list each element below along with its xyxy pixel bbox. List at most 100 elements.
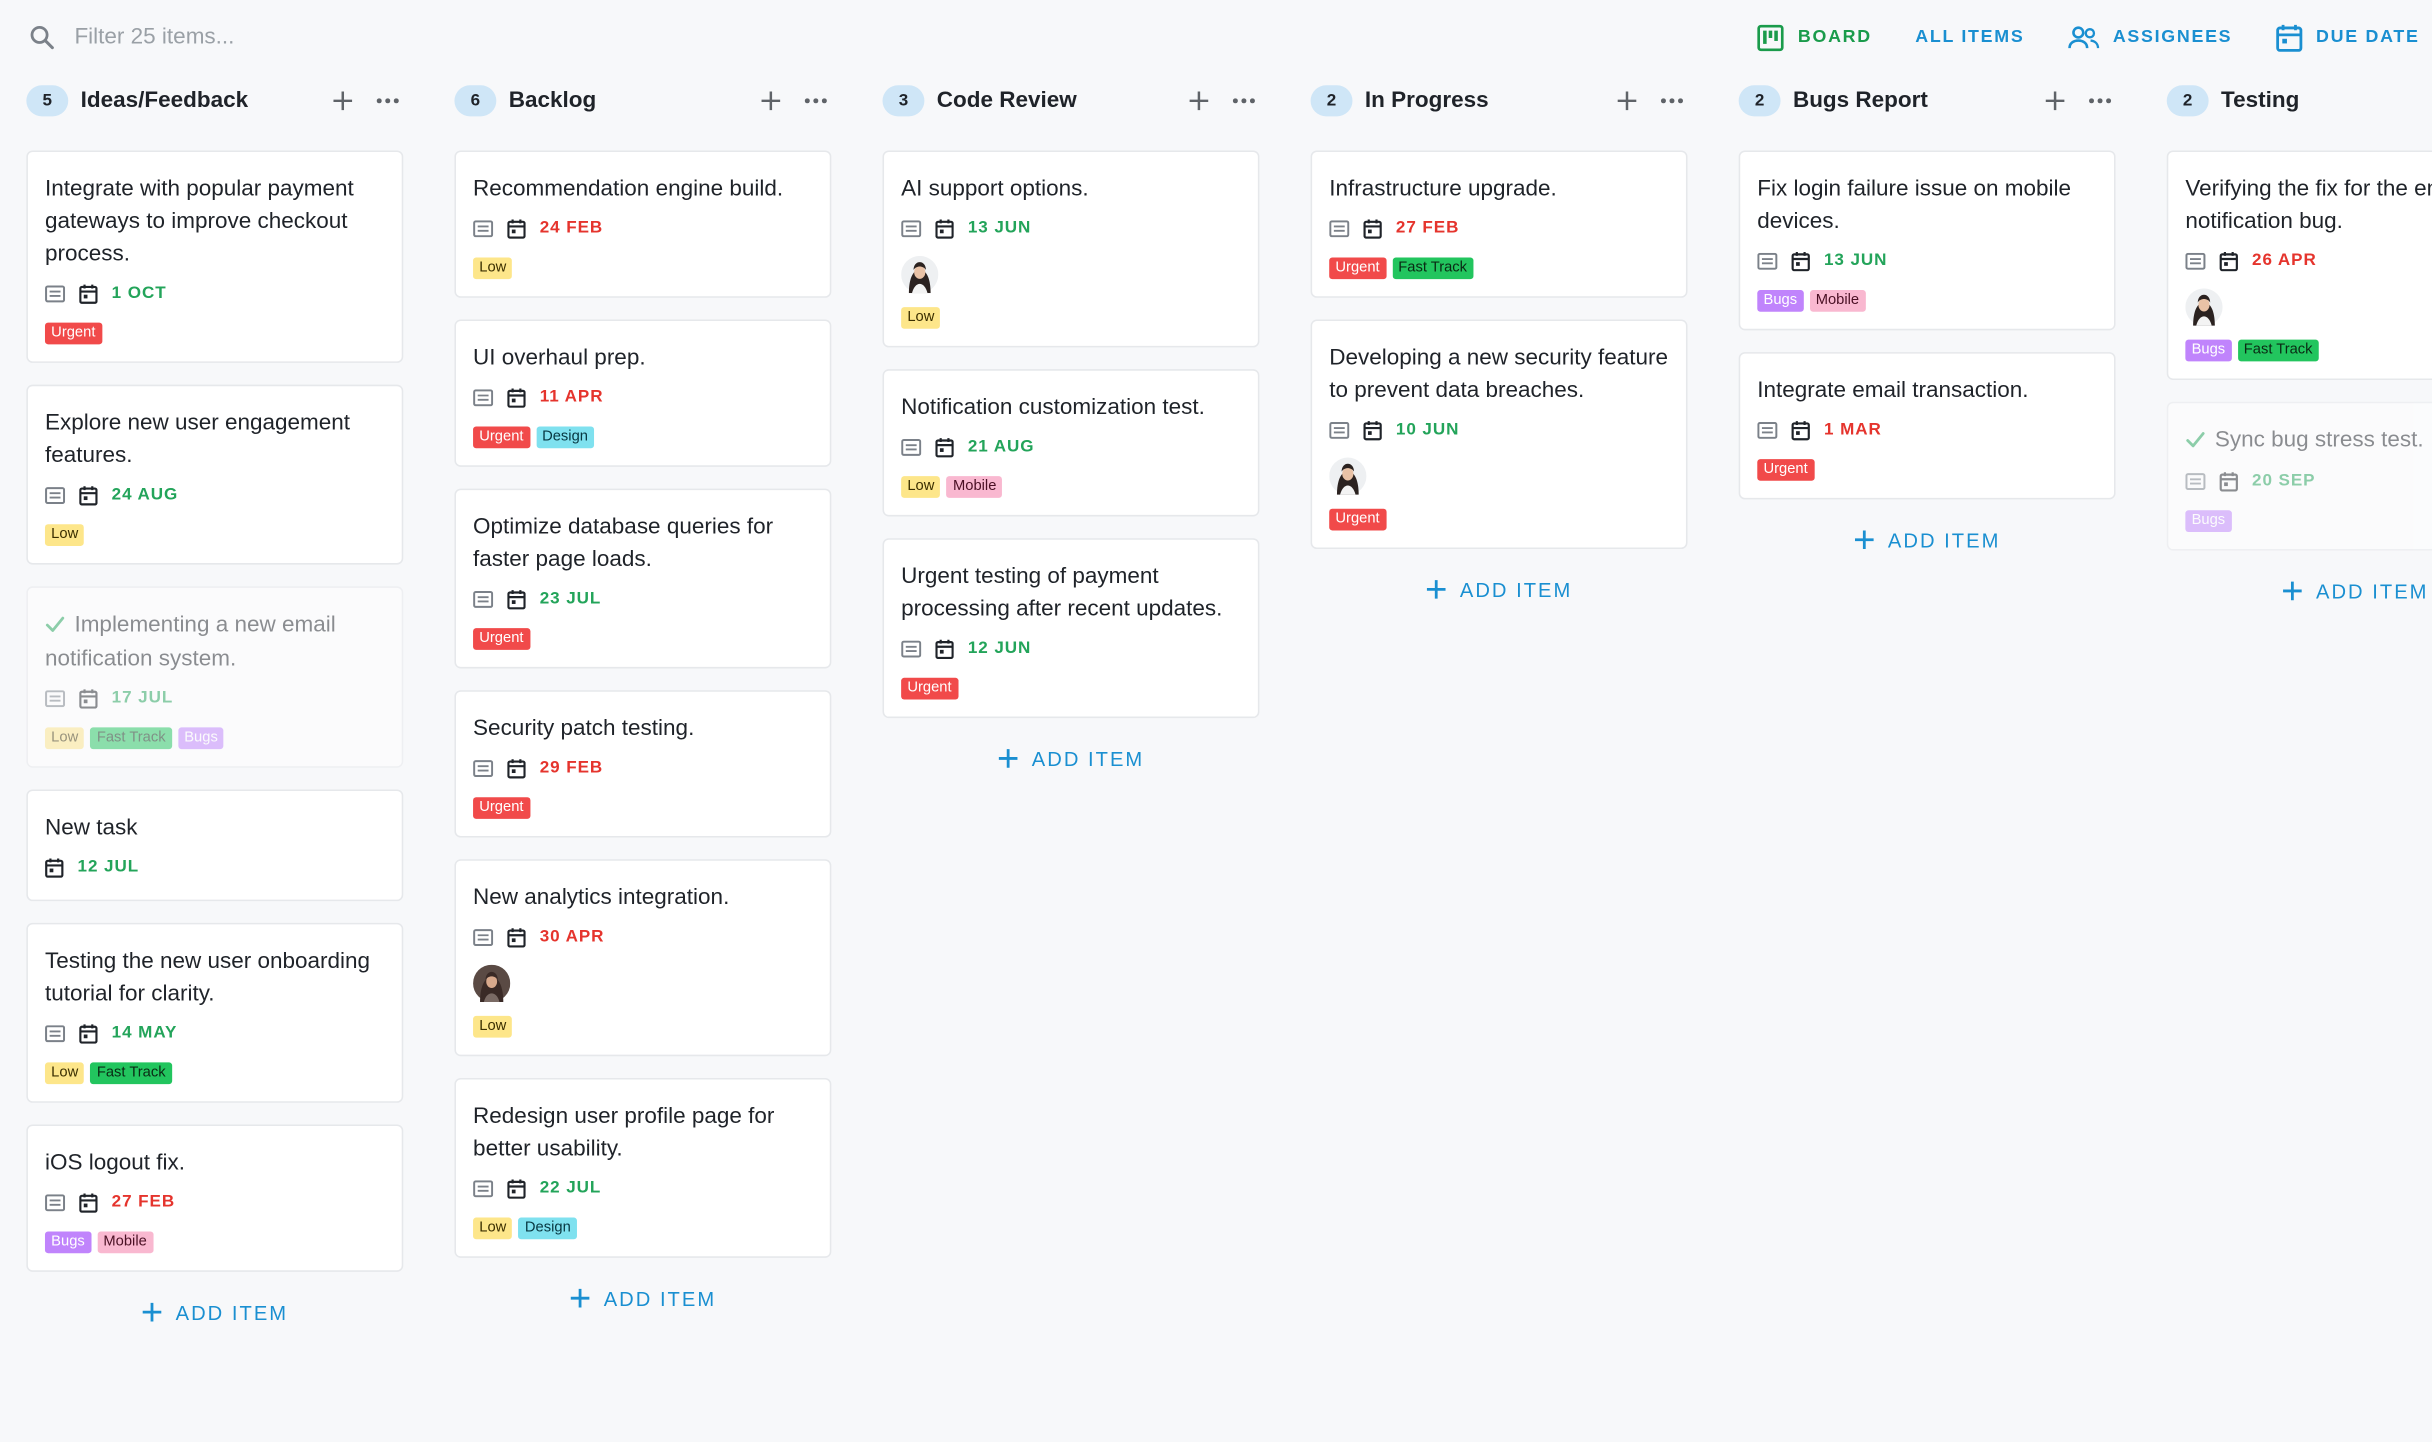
tag-list: Bugs xyxy=(2185,510,2432,532)
task-title-row: Developing a new security feature to pre… xyxy=(1329,343,1669,408)
task-card[interactable]: New task 12 JUL xyxy=(26,789,404,902)
tag-low: Low xyxy=(473,1217,513,1240)
task-card[interactable]: Redesign user profile page for better us… xyxy=(454,1077,832,1258)
add-card-icon[interactable] xyxy=(1188,90,1210,112)
more-options-icon[interactable] xyxy=(2088,96,2113,105)
task-title-row: Integrate with popular payment gateways … xyxy=(45,174,385,272)
task-title: iOS logout fix. xyxy=(44,1150,185,1176)
add-item-button[interactable]: ADD ITEM xyxy=(26,1294,403,1331)
task-card[interactable]: AI support options. 13 JUN Low xyxy=(882,150,1260,348)
calendar-icon xyxy=(1363,218,1382,238)
add-card-icon[interactable] xyxy=(332,90,354,112)
kanban-app: BOARD ALL ITEMS ASSIGNEES DUE DATE 5 Ide xyxy=(0,0,2432,1442)
tag-low: Low xyxy=(473,1015,513,1038)
assignee-avatar[interactable] xyxy=(473,964,511,1002)
column-title: Ideas/Feedback xyxy=(80,88,249,114)
task-title-row: New task xyxy=(45,813,385,846)
item-count-badge: 2 xyxy=(1738,85,1781,117)
plus-icon xyxy=(998,748,1020,770)
view-assignees-button[interactable]: ASSIGNEES xyxy=(2068,24,2232,50)
add-item-button[interactable]: ADD ITEM xyxy=(454,1280,831,1317)
column-code-review: 3 Code Review AI support options. 13 JUN… xyxy=(882,78,1260,1331)
task-card[interactable]: Verifying the fix for the email notifica… xyxy=(2166,150,2432,380)
tag-list: Low xyxy=(473,257,813,280)
task-title: New analytics integration. xyxy=(473,885,730,911)
more-options-icon[interactable] xyxy=(1660,96,1685,105)
task-card[interactable]: Implementing a new email notification sy… xyxy=(26,586,404,768)
assignee-avatar[interactable] xyxy=(901,255,939,294)
tag-urgent: Urgent xyxy=(44,322,102,345)
column-header: 5 Ideas/Feedback xyxy=(26,78,403,125)
task-card[interactable]: Security patch testing. 29 FEB Urgent xyxy=(454,690,832,838)
tag-low: Low xyxy=(901,476,941,498)
task-card[interactable]: Developing a new security feature to pre… xyxy=(1310,319,1688,550)
assignee-avatar[interactable] xyxy=(1329,457,1367,495)
task-title-row: AI support options. xyxy=(901,174,1241,207)
tag-fasttrack: Fast Track xyxy=(90,1062,172,1085)
tag-urgent: Urgent xyxy=(1329,508,1386,531)
view-all-items-label: ALL ITEMS xyxy=(1915,27,2025,47)
task-meta: 24 AUG xyxy=(45,479,385,510)
add-card-icon[interactable] xyxy=(2044,90,2066,112)
add-card-icon[interactable] xyxy=(760,90,782,112)
task-card[interactable]: Integrate email transaction. 1 MAR Urgen… xyxy=(1738,352,2116,500)
task-card[interactable]: New analytics integration. 30 APR Low xyxy=(454,859,832,1057)
task-title-row: Fix login failure issue on mobile device… xyxy=(1757,174,2097,239)
more-options-icon[interactable] xyxy=(803,96,828,105)
task-card[interactable]: Notification customization test. 21 AUG … xyxy=(882,369,1260,517)
task-card[interactable]: Integrate with popular payment gateways … xyxy=(26,150,404,363)
add-item-button[interactable]: ADD ITEM xyxy=(1311,571,1688,608)
search-bar[interactable] xyxy=(28,19,481,56)
task-meta: 10 JUN xyxy=(1329,414,1669,445)
task-card[interactable]: Infrastructure upgrade. 27 FEB Urgent Fas… xyxy=(1310,150,1688,298)
assignee-avatar[interactable] xyxy=(2185,288,2223,326)
tag-bugs: Bugs xyxy=(178,727,225,750)
due-date: 27 FEB xyxy=(1395,218,1460,238)
item-count-badge: 3 xyxy=(882,85,925,117)
task-card[interactable]: Recommendation engine build. 24 FEB Low xyxy=(454,150,832,298)
add-item-button[interactable]: ADD ITEM xyxy=(1739,521,2116,558)
task-meta: 1 OCT xyxy=(45,278,385,309)
description-icon xyxy=(901,639,922,657)
description-icon xyxy=(473,928,494,946)
more-options-icon[interactable] xyxy=(375,96,400,105)
task-meta: 30 APR xyxy=(473,921,813,952)
add-item-button[interactable]: ADD ITEM xyxy=(883,740,1260,777)
add-item-button[interactable]: ADD ITEM xyxy=(2167,572,2432,609)
task-card[interactable]: Sync bug stress test. 20 SEP Bugs xyxy=(2166,401,2432,551)
more-options-icon[interactable] xyxy=(1231,96,1256,105)
task-card[interactable]: Optimize database queries for faster pag… xyxy=(454,488,832,669)
tag-list: Bugs Mobile xyxy=(1757,290,2097,312)
tag-low: Low xyxy=(44,727,85,750)
task-title-row: Security patch testing. xyxy=(473,713,813,746)
description-icon xyxy=(473,759,494,777)
item-count-badge: 2 xyxy=(1310,85,1353,117)
task-meta: 27 FEB xyxy=(1329,212,1669,243)
task-card[interactable]: Urgent testing of payment processing aft… xyxy=(882,538,1260,719)
column-header: 2 In Progress xyxy=(1310,78,1688,125)
description-icon xyxy=(2185,472,2206,490)
column-bugs-report: 2 Bugs Report Fix login failure issue on… xyxy=(1738,78,2116,1331)
view-due-date-button[interactable]: DUE DATE xyxy=(2276,22,2420,52)
search-input[interactable] xyxy=(71,23,481,52)
task-card[interactable]: Testing the new user onboarding tutorial… xyxy=(26,922,404,1103)
tag-urgent: Urgent xyxy=(1329,257,1386,280)
task-title: Fix login failure issue on mobile device… xyxy=(1757,176,2072,235)
description-icon xyxy=(1329,421,1350,439)
view-all-items-button[interactable]: ALL ITEMS xyxy=(1915,28,2024,47)
task-card[interactable]: UI overhaul prep. 11 APR Urgent Design xyxy=(454,319,832,467)
people-icon xyxy=(2068,24,2101,50)
tag-bugs: Bugs xyxy=(44,1231,91,1254)
board: 5 Ideas/Feedback Integrate with popular … xyxy=(26,78,2432,1331)
task-meta: 27 FEB xyxy=(45,1187,385,1218)
check-icon xyxy=(45,611,65,644)
due-date: 27 FEB xyxy=(111,1192,176,1212)
task-card[interactable]: Explore new user engagement features. 24… xyxy=(26,384,404,565)
add-item-label: ADD ITEM xyxy=(1031,746,1145,771)
task-meta: 12 JUL xyxy=(45,851,385,882)
task-card[interactable]: iOS logout fix. 27 FEB Bugs Mobile xyxy=(26,1124,404,1272)
task-card[interactable]: Fix login failure issue on mobile device… xyxy=(1738,150,2116,331)
add-card-icon[interactable] xyxy=(1616,90,1638,112)
task-title: Implementing a new email notification sy… xyxy=(44,612,336,672)
view-board-button[interactable]: BOARD xyxy=(1756,22,1872,51)
